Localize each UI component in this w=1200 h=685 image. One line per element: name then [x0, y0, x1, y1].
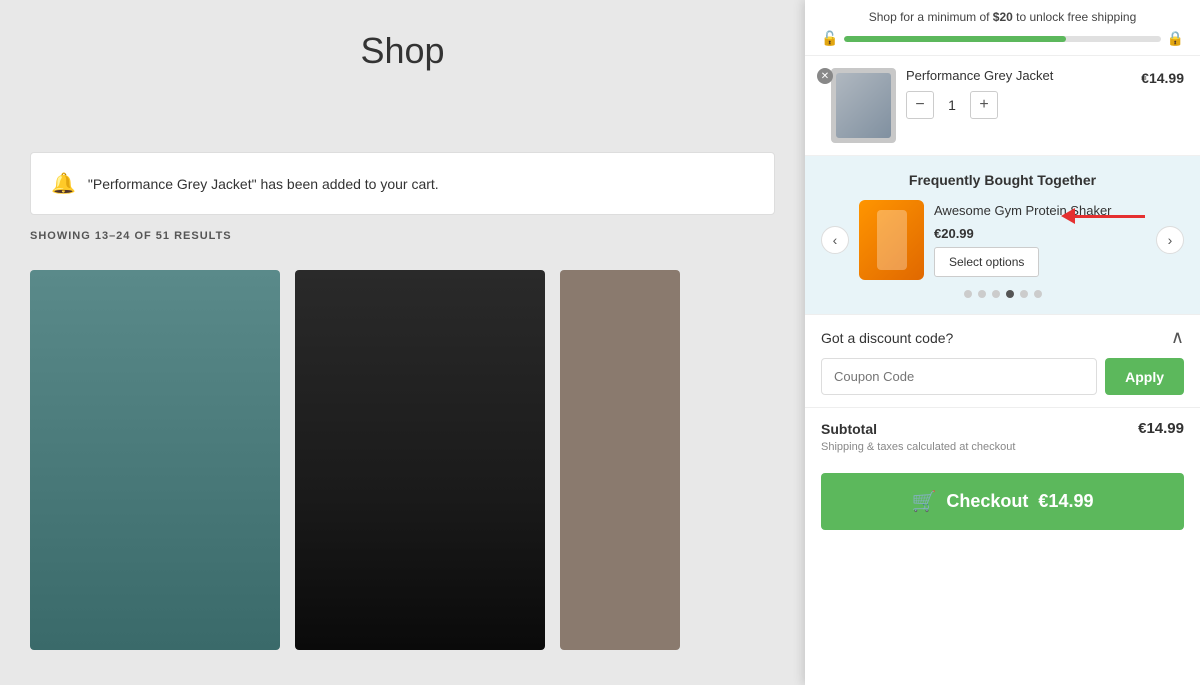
jacket-thumbnail [836, 73, 891, 138]
arrow-line [1075, 215, 1145, 218]
remove-item-button[interactable]: ✕ [817, 68, 833, 84]
subtotal-label: Subtotal [821, 421, 877, 437]
fbt-dot-2[interactable] [978, 290, 986, 298]
shipping-progress-text: Shop for a minimum of $20 to unlock free… [821, 10, 1184, 24]
fbt-dot-6[interactable] [1034, 290, 1042, 298]
select-options-button[interactable]: Select options [934, 247, 1039, 277]
shipping-note: Shipping & taxes calculated at checkout [821, 441, 1184, 453]
checkout-button[interactable]: 🛒 Checkout €14.99 [821, 473, 1184, 530]
coupon-code-input[interactable] [821, 358, 1097, 395]
fbt-prev-button[interactable]: ‹ [821, 226, 849, 254]
fbt-title: Frequently Bought Together [821, 172, 1184, 188]
apply-coupon-button[interactable]: Apply [1105, 358, 1184, 395]
fbt-dot-4[interactable] [1006, 290, 1014, 298]
showing-results-text: SHOWING 13–24 OF 51 RESULTS [30, 230, 232, 242]
quantity-decrease-button[interactable]: − [906, 91, 934, 119]
cart-icon: 🛒 [912, 489, 937, 514]
quantity-value: 1 [942, 97, 962, 113]
discount-header[interactable]: Got a discount code? ∧ [821, 327, 1184, 348]
discount-label: Got a discount code? [821, 330, 953, 346]
product-card-hoodie[interactable] [295, 270, 545, 650]
checkout-price: €14.99 [1038, 491, 1093, 512]
lock-unlocked-icon: 🔓 [821, 30, 838, 47]
quantity-increase-button[interactable]: + [970, 91, 998, 119]
checkout-label: Checkout [946, 491, 1028, 512]
discount-toggle-icon: ∧ [1171, 327, 1184, 348]
fbt-dot-1[interactable] [964, 290, 972, 298]
fbt-dot-3[interactable] [992, 290, 1000, 298]
cart-sidebar: Shop for a minimum of $20 to unlock free… [805, 0, 1200, 685]
cart-item: ✕ Performance Grey Jacket − 1 + €14.99 [805, 56, 1200, 156]
subtotal-section: Subtotal €14.99 Shipping & taxes calcula… [805, 407, 1200, 465]
subtotal-row: Subtotal €14.99 [821, 420, 1184, 437]
fbt-dot-5[interactable] [1020, 290, 1028, 298]
cart-item-price: €14.99 [1141, 68, 1184, 86]
subtotal-amount: €14.99 [1138, 420, 1184, 437]
quantity-control: − 1 + [906, 91, 1131, 119]
shipping-progress-section: Shop for a minimum of $20 to unlock free… [805, 0, 1200, 56]
lock-locked-icon: 🔒 [1167, 30, 1184, 47]
notification-text: "Performance Grey Jacket" has been added… [88, 176, 439, 192]
cart-item-image [831, 68, 896, 143]
fbt-dots-nav [821, 290, 1184, 298]
shaker-shape [877, 210, 907, 270]
coupon-row: Apply [821, 358, 1184, 395]
fbt-next-button[interactable]: › [1156, 226, 1184, 254]
fbt-product-image [859, 200, 924, 280]
arrow-annotation [1061, 208, 1145, 224]
cart-item-name: Performance Grey Jacket [906, 68, 1131, 83]
fbt-section: Frequently Bought Together ‹ Awesome Gym… [805, 156, 1200, 314]
bell-icon: 🔔 [51, 171, 76, 196]
progress-bar-fill [844, 36, 1065, 42]
progress-bar-track [844, 36, 1160, 42]
progress-bar-container: 🔓 🔒 [821, 30, 1184, 47]
shop-main-area: Shop 🔔 "Performance Grey Jacket" has bee… [0, 0, 805, 685]
cart-item-details: Performance Grey Jacket − 1 + [906, 68, 1131, 119]
arrow-head [1061, 208, 1075, 224]
product-card-partial[interactable] [560, 270, 680, 650]
discount-section: Got a discount code? ∧ Apply [805, 314, 1200, 407]
shop-title: Shop [0, 0, 805, 92]
fbt-product-price: €20.99 [934, 226, 1146, 241]
product-card-teal[interactable] [30, 270, 280, 650]
notification-bar: 🔔 "Performance Grey Jacket" has been add… [30, 152, 775, 215]
product-grid [30, 270, 680, 650]
